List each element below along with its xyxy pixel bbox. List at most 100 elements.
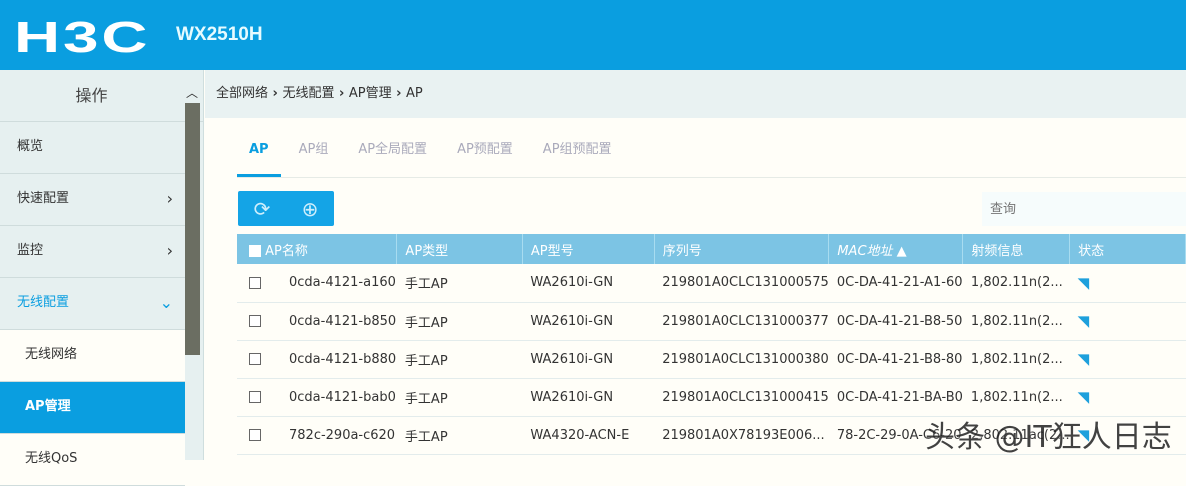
table-cell: 219801A0CLC131000575 xyxy=(654,264,829,303)
cell-text: 0C-DA-41-21-BA-B0 xyxy=(836,389,963,405)
table-cell: WA2610i-GN xyxy=(522,378,655,417)
row-checkbox[interactable] xyxy=(249,429,261,441)
tab-4[interactable]: AP组预配置 xyxy=(531,130,624,177)
sidebar-item[interactable]: 无线QoS xyxy=(0,434,185,486)
sidebar-item[interactable]: 快速配置 › xyxy=(0,174,185,226)
sidebar-item-label: AP管理 xyxy=(25,399,71,414)
watermark: 头条 @IT狂人日志 xyxy=(925,420,1172,455)
table-cell: 手工AP xyxy=(396,340,523,379)
column-header-label: AP型号 xyxy=(530,243,574,259)
table-row[interactable]: 0cda-4121-bab0 手工AP WA2610i-GN 219801A0CLC1… xyxy=(237,378,1186,417)
table-cell: 0C-DA-41-21-B8-50 xyxy=(828,302,963,341)
breadcrumb-link[interactable]: 全部网络 xyxy=(216,86,268,101)
row-checkbox[interactable] xyxy=(249,353,261,365)
table-cell: 1,802.11n(2... xyxy=(962,264,1070,303)
table-cell: 1,802.11n(2... xyxy=(962,378,1070,417)
chevron-up-icon[interactable]: ︿ xyxy=(186,84,198,101)
table-cell: 219801A0X78193E006... xyxy=(654,416,829,455)
table-cell: 手工AP xyxy=(396,378,523,417)
table-cell: 0C-DA-41-21-A1-60 xyxy=(828,264,963,303)
sidebar-item-label: 概览 xyxy=(17,139,44,154)
table-cell: 219801A0CLC131000380 xyxy=(654,340,829,379)
sidebar-item-label: 无线网络 xyxy=(25,347,78,362)
sidebar-item[interactable]: 无线配置 ⌄ xyxy=(0,278,185,330)
table-cell: 0C-DA-41-21-BA-B0 xyxy=(828,378,963,417)
cell-text: 1,802.11n(2... xyxy=(970,275,1063,291)
table-cell: 0cda-4121-bab0 xyxy=(237,378,397,417)
cell-text: 219801A0CLC131000415 xyxy=(662,389,829,405)
breadcrumb-link[interactable]: AP管理 xyxy=(349,86,392,101)
sidebar-item[interactable]: AP管理 xyxy=(0,382,185,434)
sidebar-item[interactable]: 无线网络 xyxy=(0,330,185,382)
column-header-label: 射频信息 xyxy=(971,243,1024,259)
column-header-label: 序列号 xyxy=(662,243,702,259)
column-header-label: MAC地址 ▲ xyxy=(837,243,907,259)
cell-text: 手工AP xyxy=(404,277,448,293)
sidebar-item[interactable]: 概览 xyxy=(0,122,185,174)
cell-text: 1,802.11n(2... xyxy=(970,351,1063,367)
sidebar-scrollbar[interactable] xyxy=(185,103,200,355)
wifi-status-icon: ◥ xyxy=(1077,273,1090,292)
table-cell: 0cda-4121-b880 xyxy=(237,340,397,379)
row-checkbox[interactable] xyxy=(249,276,261,289)
column-header[interactable]: MAC地址 ▲ xyxy=(828,234,964,264)
table-row[interactable]: 0cda-4121-b880 手工AP WA2610i-GN 219801A0CLC1… xyxy=(237,340,1186,379)
cell-text: 0C-DA-41-21-A1-60 xyxy=(836,275,963,291)
breadcrumb: 全部网络 › 无线配置 › AP管理 › AP xyxy=(205,70,1186,118)
cell-text: WA2610i-GN xyxy=(530,351,614,367)
column-header-label: 状态 xyxy=(1078,243,1105,259)
table-cell: WA4320-ACN-E xyxy=(522,416,655,455)
table-cell: 手工AP xyxy=(396,302,523,341)
table-row[interactable]: 0cda-4121-b850 手工AP WA2610i-GN 219801A0CLC1… xyxy=(237,302,1186,341)
breadcrumb-link[interactable]: 无线配置 xyxy=(282,86,334,101)
sidebar-title: 操作 xyxy=(0,70,203,122)
sidebar-item[interactable]: 监控 › xyxy=(0,226,185,278)
add-icon[interactable]: ⊕ xyxy=(302,197,319,221)
cell-text: WA2610i-GN xyxy=(530,313,614,329)
tab-2[interactable]: AP全局配置 xyxy=(346,130,439,177)
column-header[interactable]: 射频信息 xyxy=(962,234,1071,264)
cell-text: WA2610i-GN xyxy=(530,275,614,291)
sidebar: 操作 ︿ 概览快速配置 › 监控 › 无线配置 ⌄ 无线网络 AP管理无线QoS xyxy=(0,70,204,486)
table-cell: ◥ xyxy=(1069,378,1186,417)
table-cell: 0cda-4121-b850 xyxy=(237,302,397,341)
breadcrumb-current: AP xyxy=(406,86,423,101)
column-header[interactable]: AP类型 xyxy=(396,234,523,264)
column-header-label: AP名称 xyxy=(265,243,308,259)
table-cell: ◥ xyxy=(1069,302,1186,341)
column-header-label: AP类型 xyxy=(405,243,449,259)
select-all-checkbox[interactable] xyxy=(249,245,261,257)
table-cell: WA2610i-GN xyxy=(522,302,655,341)
tab-1[interactable]: AP组 xyxy=(287,130,341,177)
table-cell: 0C-DA-41-21-B8-80 xyxy=(828,340,963,379)
cell-text: 0C-DA-41-21-B8-80 xyxy=(836,351,963,367)
table-cell: 1,802.11n(2... xyxy=(962,302,1070,341)
cell-text: 手工AP xyxy=(404,391,448,407)
cell-text: 0cda-4121-b850 xyxy=(289,313,397,329)
tab-0[interactable]: AP xyxy=(237,130,281,177)
table-cell: 782c-290a-c620 xyxy=(237,416,397,455)
table-cell: 1,802.11n(2... xyxy=(962,340,1070,379)
search-input[interactable] xyxy=(982,192,1186,226)
table-cell: 219801A0CLC131000377 xyxy=(654,302,829,341)
cell-text: 219801A0CLC131000575 xyxy=(662,275,829,291)
column-header[interactable]: AP名称 xyxy=(237,234,398,264)
row-checkbox[interactable] xyxy=(249,391,261,403)
column-header[interactable]: 序列号 xyxy=(654,234,830,264)
wifi-status-icon: ◥ xyxy=(1077,388,1090,406)
table-cell: WA2610i-GN xyxy=(522,264,655,303)
column-header[interactable]: AP型号 xyxy=(522,234,655,264)
wifi-status-icon: ◥ xyxy=(1077,350,1090,368)
refresh-icon[interactable]: ⟳ xyxy=(254,197,271,221)
chevron-right-icon: › xyxy=(334,86,349,101)
table-cell: 219801A0CLC131000415 xyxy=(654,378,829,417)
cell-text: 219801A0CLC131000377 xyxy=(662,313,829,329)
table-row[interactable]: 0cda-4121-a160 手工AP WA2610i-GN 219801A0CLC1… xyxy=(237,264,1186,303)
row-checkbox[interactable] xyxy=(249,315,261,327)
sidebar-item-label: 无线QoS xyxy=(25,451,78,466)
column-header[interactable]: 状态 xyxy=(1069,234,1186,264)
table-cell: 手工AP xyxy=(396,264,523,303)
tab-3[interactable]: AP预配置 xyxy=(445,130,525,177)
cell-text: 手工AP xyxy=(404,315,448,331)
cell-text: 219801A0CLC131000380 xyxy=(662,351,829,367)
